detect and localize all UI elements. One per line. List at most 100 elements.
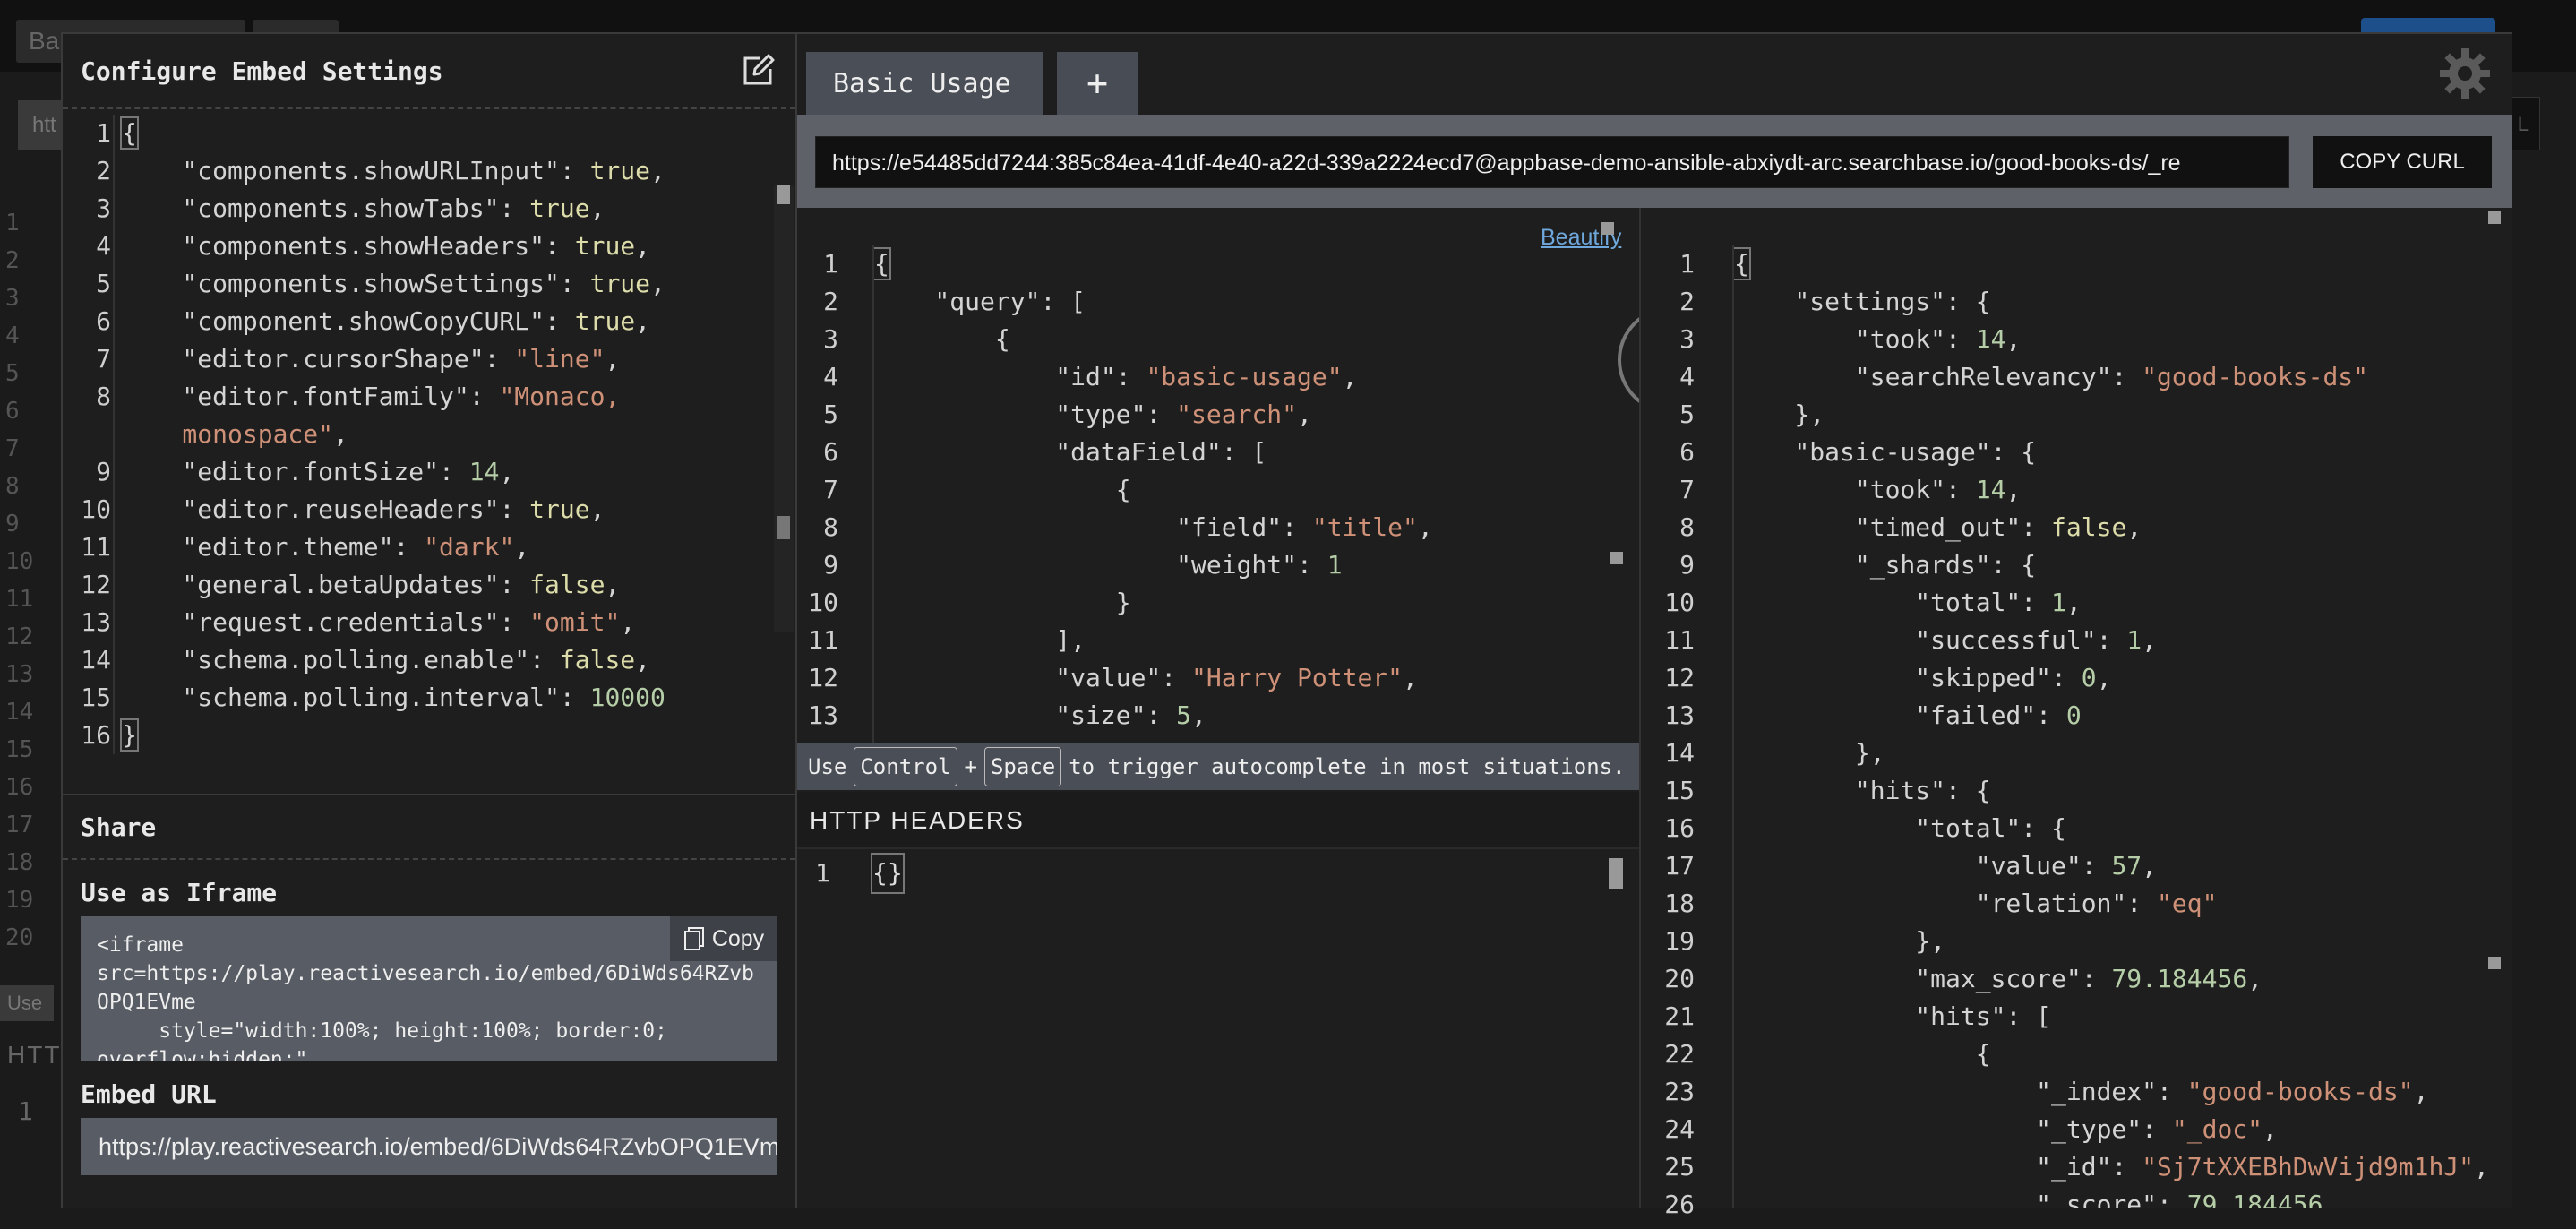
response-code-line[interactable]: "max_score": 79.184456, <box>1734 960 2485 998</box>
add-tab-button[interactable]: + <box>1057 52 1138 115</box>
request-code-line[interactable]: "value": "Harry Potter", <box>874 659 1621 697</box>
settings-code-line[interactable]: "schema.polling.interval": 10000 <box>122 679 769 717</box>
response-line-number: 17 <box>1664 851 1695 881</box>
response-fold-marker <box>2488 211 2501 224</box>
response-code-line[interactable]: "timed_out": false, <box>1734 509 2485 546</box>
gear-icon[interactable] <box>2438 47 2492 100</box>
url-input[interactable]: https://e54485dd7244:385c84ea-41df-4e40-… <box>815 136 2289 188</box>
embed-url-field[interactable]: https://play.reactivesearch.io/embed/6Di… <box>81 1118 777 1175</box>
settings-code-line[interactable]: "editor.theme": "dark", <box>122 529 769 566</box>
response-editor[interactable]: 1 2 3 4 5 6 7 8 9 10 11 12 13 14 15 16 17 18 19 20 21 22 23 24 2… <box>1639 208 2512 1219</box>
response-code-line[interactable]: }, <box>1734 923 2485 960</box>
code-token: : <box>1297 550 1327 580</box>
response-code-line[interactable]: "_id": "Sj7tXXEBhDwVijd9m1hJ", <box>1734 1148 2485 1186</box>
request-code-line[interactable]: "field": "title", <box>874 509 1621 546</box>
response-code-line[interactable]: "_index": "good-books-ds", <box>1734 1073 2485 1111</box>
response-code-line[interactable]: "total": { <box>1734 810 2485 847</box>
copy-curl-button[interactable]: COPY CURL <box>2313 136 2492 188</box>
tab-basic-usage[interactable]: Basic Usage <box>806 52 1043 115</box>
response-code-line[interactable]: "hits": { <box>1734 772 2485 810</box>
copy-button[interactable]: Copy <box>670 916 777 961</box>
code-token: false <box>529 570 605 599</box>
code-token: : <box>1115 362 1146 391</box>
code-token: , <box>635 306 651 336</box>
request-code-line[interactable]: { <box>874 321 1621 358</box>
response-code-line[interactable]: "took": 14, <box>1734 471 2485 509</box>
code-token: : <box>2036 700 2066 730</box>
hint-suffix: to trigger autocomplete in most situatio… <box>1069 754 1626 779</box>
background-line-number: 2 <box>5 247 20 274</box>
iframe-code-box[interactable]: <iframe src=https://play.reactivesearch.… <box>81 916 777 1061</box>
response-code-line[interactable]: { <box>1734 245 2485 283</box>
response-code-line[interactable]: "_shards": { <box>1734 546 2485 584</box>
settings-code-line[interactable]: "components.showSettings": true, <box>122 265 769 303</box>
response-code-line[interactable]: "relation": "eq" <box>1734 885 2485 923</box>
request-editor[interactable]: Beautify 1234567891011121314 { "query": … <box>797 208 1648 1208</box>
settings-code-line[interactable]: "editor.cursorShape": "line", <box>122 340 769 378</box>
response-code-line[interactable]: "successful": 1, <box>1734 622 2485 659</box>
request-code-line[interactable]: "query": [ <box>874 283 1621 321</box>
settings-code-line[interactable]: "editor.fontSize": 14, <box>122 453 769 491</box>
settings-code[interactable]: { "components.showURLInput": true, "comp… <box>113 115 769 754</box>
request-code-line[interactable]: "size": 5, <box>874 697 1621 735</box>
settings-code-line[interactable]: "components.showTabs": true, <box>122 190 769 228</box>
request-code-line[interactable]: "weight": 1 <box>874 546 1621 584</box>
response-code-line[interactable]: "searchRelevancy": "good-books-ds" <box>1734 358 2485 396</box>
headers-scrollbar-thumb[interactable] <box>1609 858 1623 889</box>
request-code-line[interactable]: } <box>874 584 1621 622</box>
response-code-line[interactable]: }, <box>1734 396 2485 434</box>
settings-panel: Configure Embed Settings 1 2 3 4 5 6 7 8 9 10 11 12… <box>63 34 797 1208</box>
settings-code-line[interactable]: "components.showHeaders": true, <box>122 228 769 265</box>
settings-code-line[interactable]: monospace", <box>122 416 769 453</box>
settings-code-line[interactable]: "editor.fontFamily": "Monaco, <box>122 378 769 416</box>
request-line-number: 9 <box>823 550 838 580</box>
code-token: , <box>2263 1114 2278 1144</box>
code-token: } <box>874 588 1131 617</box>
edit-icon-svg <box>743 54 775 85</box>
code-token: : <box>2051 663 2082 692</box>
response-code-line[interactable]: "skipped": 0, <box>1734 659 2485 697</box>
headers-editor[interactable]: 1 {} <box>797 853 1639 894</box>
response-code-line[interactable]: "_type": "_doc", <box>1734 1111 2485 1148</box>
response-code-line[interactable]: "failed": 0 <box>1734 697 2485 735</box>
request-line-number: 3 <box>823 324 838 354</box>
embed-modal: Configure Embed Settings 1 2 3 4 5 6 7 8 9 10 11 12… <box>61 32 2512 1219</box>
request-code-line[interactable]: "dataField": [ <box>874 434 1621 471</box>
code-token: "value" <box>874 663 1162 692</box>
request-code-line[interactable]: { <box>874 245 1621 283</box>
edit-icon[interactable] <box>738 51 777 90</box>
settings-code-line[interactable]: "editor.reuseHeaders": true, <box>122 491 769 529</box>
response-line-number: 18 <box>1664 889 1695 918</box>
settings-code-line[interactable]: "schema.polling.enable": false, <box>122 641 769 679</box>
request-code-line[interactable]: "id": "basic-usage", <box>874 358 1621 396</box>
response-code-line[interactable]: }, <box>1734 735 2485 772</box>
settings-scrollbar-thumb[interactable] <box>777 185 790 204</box>
settings-code-line[interactable]: "component.showCopyCURL": true, <box>122 303 769 340</box>
response-code-line[interactable]: { <box>1734 1036 2485 1073</box>
settings-code-line[interactable]: "general.betaUpdates": false, <box>122 566 769 604</box>
request-code-line[interactable]: { <box>874 471 1621 509</box>
settings-editor[interactable]: 1 2 3 4 5 6 7 8 9 10 11 12 13 14 15 16 { "components.sh… <box>63 109 795 795</box>
settings-code-line[interactable]: } <box>120 717 769 754</box>
request-code-line[interactable]: ], <box>874 622 1621 659</box>
response-code-line[interactable]: "basic-usage": { <box>1734 434 2485 471</box>
response-code-line[interactable]: "total": 1, <box>1734 584 2485 622</box>
code-token: "_id" <box>1734 1152 2112 1182</box>
response-code-line[interactable]: "hits": [ <box>1734 998 2485 1036</box>
code-token: "components.showURLInput" <box>122 156 560 185</box>
code-token: true <box>589 269 651 298</box>
settings-code-line[interactable]: "components.showURLInput": true, <box>122 152 769 190</box>
headers-value[interactable]: {} <box>871 853 905 894</box>
code-token: false <box>2051 512 2127 542</box>
request-code-line[interactable]: "type": "search", <box>874 396 1621 434</box>
response-code-line[interactable]: "took": 14, <box>1734 321 2485 358</box>
settings-scrollbar[interactable] <box>774 185 794 632</box>
settings-code-line[interactable]: { <box>120 115 769 152</box>
request-code[interactable]: { "query": [ { "id": "basic-usage", "typ… <box>872 245 1621 747</box>
settings-code-line[interactable]: "request.credentials": "omit", <box>122 604 769 641</box>
code-token: : <box>545 306 575 336</box>
response-code-line[interactable]: "settings": { <box>1734 283 2485 321</box>
response-code-line[interactable]: "value": 57, <box>1734 847 2485 885</box>
response-code[interactable]: { "settings": { "took": 14, "searchRelev… <box>1732 245 2485 1208</box>
response-code-line[interactable]: "_score": 79.184456 <box>1734 1186 2485 1208</box>
